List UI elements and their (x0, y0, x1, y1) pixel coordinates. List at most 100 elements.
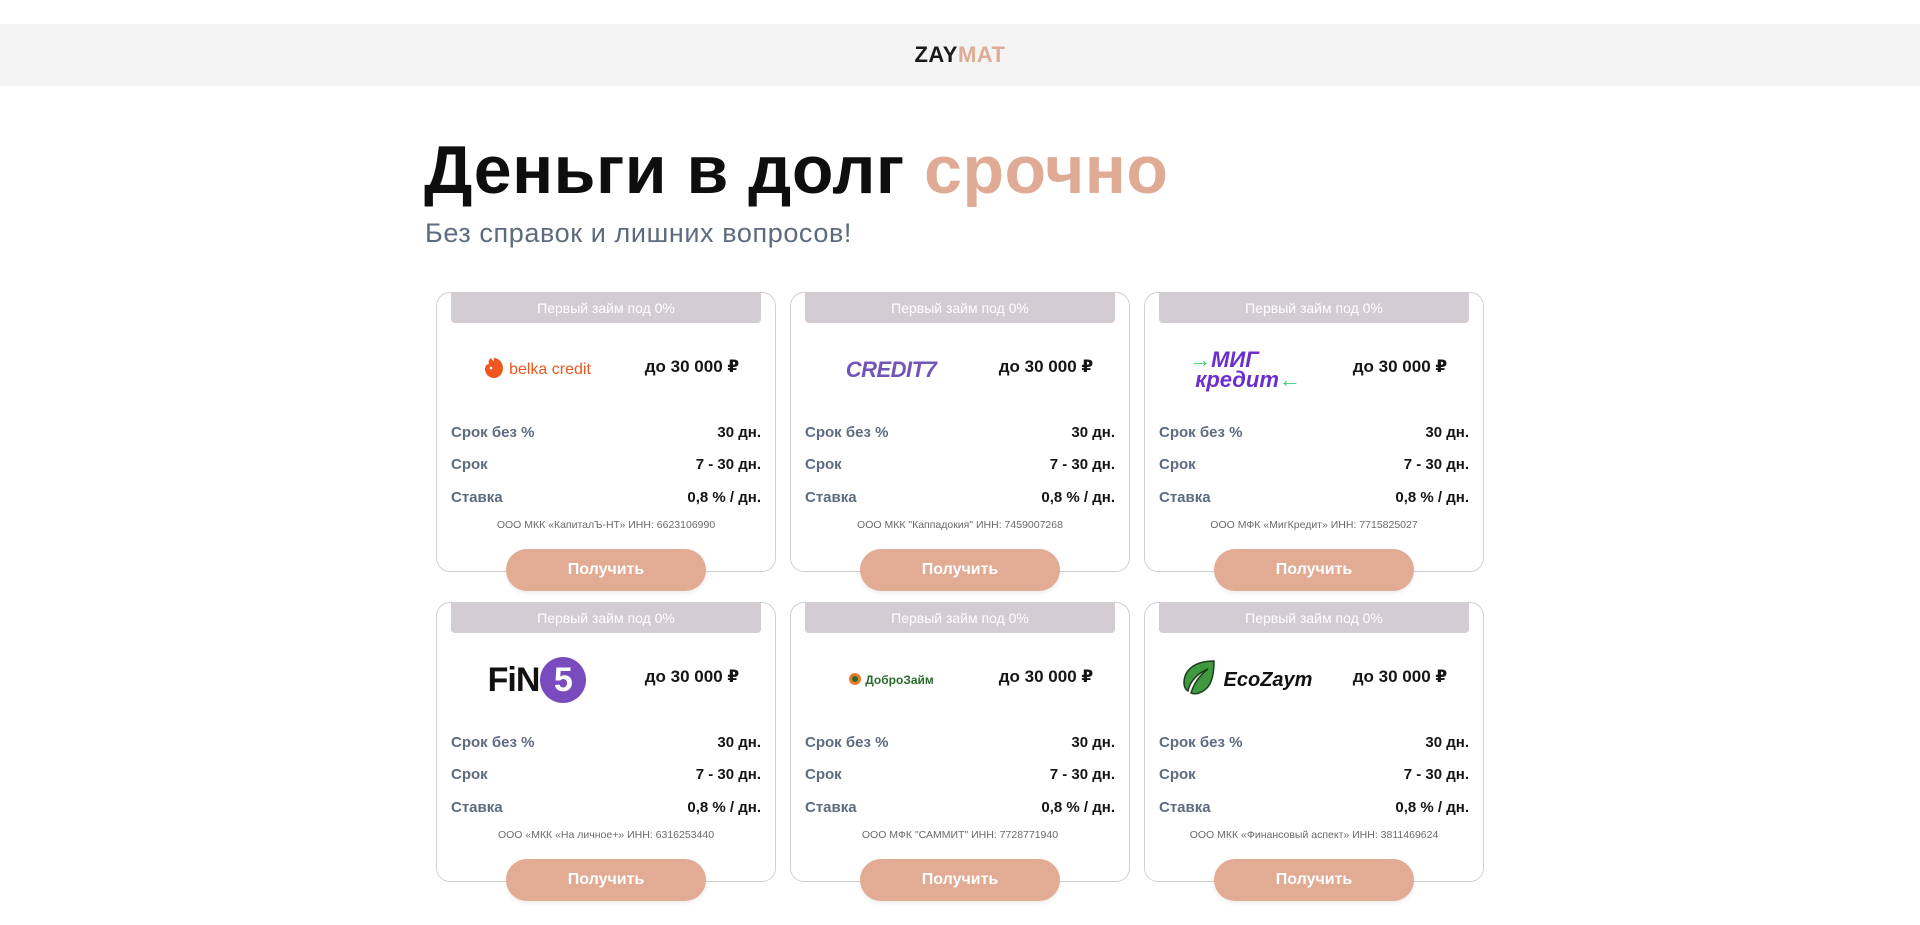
lender-logo-text: ДоброЗайм (865, 673, 934, 687)
rate-label: Ставка (451, 488, 503, 506)
get-loan-button[interactable]: Получить (860, 549, 1060, 591)
legal-info: ООО МКК "Каппадокия" ИНН: 7459007268 (857, 519, 1063, 531)
rate-label: Ставка (805, 798, 857, 816)
free-term-row: Срок без % 30 дн. (451, 731, 761, 753)
term-row: Срок 7 - 30 дн. (805, 453, 1115, 475)
page-title-accent: срочно (924, 132, 1169, 208)
promo-badge: Первый займ под 0% (805, 603, 1115, 633)
term-row: Срок 7 - 30 дн. (451, 763, 761, 785)
free-term-value: 30 дн. (1071, 423, 1115, 441)
rate-value: 0,8 % / дн. (1395, 798, 1469, 816)
offer-card-credit7: Первый займ под 0% CREDIT7 до 30 000 ₽ С… (790, 292, 1130, 591)
rate-row: Ставка 0,8 % / дн. (1159, 486, 1469, 508)
free-term-value: 30 дн. (1071, 733, 1115, 751)
term-label: Срок (1159, 455, 1196, 473)
loan-amount: до 30 000 ₽ (998, 357, 1094, 376)
get-loan-button[interactable]: Получить (506, 859, 706, 901)
rate-value: 0,8 % / дн. (687, 798, 761, 816)
free-term-value: 30 дн. (717, 733, 761, 751)
rate-row: Ставка 0,8 % / дн. (805, 486, 1115, 508)
rate-label: Ставка (1159, 488, 1211, 506)
term-row: Срок 7 - 30 дн. (1159, 453, 1469, 475)
lender-logo-text: belka credit (509, 361, 591, 378)
lender-logo[interactable]: →МИГ кредит← (1165, 345, 1325, 395)
lender-logo-text: CREDIT7 (845, 357, 937, 382)
lender-logo-text: FiN (487, 660, 541, 699)
free-term-row: Срок без % 30 дн. (805, 731, 1115, 753)
term-value: 7 - 30 дн. (1049, 455, 1115, 473)
rate-value: 0,8 % / дн. (1395, 488, 1469, 506)
term-value: 7 - 30 дн. (695, 765, 761, 783)
rate-value: 0,8 % / дн. (687, 488, 761, 506)
free-term-label: Срок без % (1159, 733, 1243, 751)
promo-badge: Первый займ под 0% (1159, 293, 1469, 323)
lender-logo[interactable]: EcoZaym (1165, 655, 1325, 705)
term-label: Срок (805, 765, 842, 783)
site-header: ZAYMAT (0, 24, 1920, 86)
dobro-emblem-icon (848, 672, 862, 689)
offer-card-dobrozaym: Первый займ под 0% ДоброЗайм до 30 000 ₽… (790, 602, 1130, 901)
term-value: 7 - 30 дн. (1049, 765, 1115, 783)
rate-label: Ставка (805, 488, 857, 506)
term-value: 7 - 30 дн. (1403, 455, 1469, 473)
rate-row: Ставка 0,8 % / дн. (451, 796, 761, 818)
arrow-left-icon: ← (1278, 367, 1301, 392)
free-term-row: Срок без % 30 дн. (1159, 421, 1469, 443)
free-term-value: 30 дн. (717, 423, 761, 441)
legal-info: ООО МКК «КапиталЪ-НТ» ИНН: 6623106990 (496, 519, 716, 531)
site-logo-part1: ZAY (914, 42, 958, 67)
rate-row: Ставка 0,8 % / дн. (805, 796, 1115, 818)
site-logo-part2: MAT (957, 42, 1006, 67)
term-row: Срок 7 - 30 дн. (451, 453, 761, 475)
offer-card-belka: Первый займ под 0% belka credit до 30 00… (436, 292, 776, 591)
legal-info: ООО МФК «МигКредит» ИНН: 7715825027 (1210, 519, 1418, 531)
offer-card-fin5: Первый займ под 0% FiN 5 до 30 000 ₽ Сро… (436, 602, 776, 901)
legal-info: ООО «МКК «На личное+» ИНН: 6316253440 (497, 829, 715, 841)
rate-value: 0,8 % / дн. (1041, 488, 1115, 506)
lender-logo[interactable]: CREDIT7 (811, 345, 971, 395)
loan-amount: до 30 000 ₽ (998, 667, 1094, 686)
rate-row: Ставка 0,8 % / дн. (1159, 796, 1469, 818)
loan-amount: до 30 000 ₽ (644, 357, 740, 376)
page-title: Деньги в долг срочно (424, 130, 1168, 210)
site-logo[interactable]: ZAYMAT (914, 42, 1005, 68)
lender-logo[interactable]: ДоброЗайм (811, 655, 971, 705)
promo-badge: Первый займ под 0% (451, 293, 761, 323)
free-term-value: 30 дн. (1425, 733, 1469, 751)
term-value: 7 - 30 дн. (1403, 765, 1469, 783)
offer-card-migcredit: Первый займ под 0% →МИГ кредит← до 30 00… (1144, 292, 1484, 591)
promo-badge: Первый займ под 0% (451, 603, 761, 633)
free-term-label: Срок без % (451, 423, 535, 441)
legal-info: ООО МФК "САММИТ" ИНН: 7728771940 (861, 829, 1059, 841)
squirrel-icon (483, 356, 505, 385)
free-term-row: Срок без % 30 дн. (1159, 731, 1469, 753)
term-label: Срок (1159, 765, 1196, 783)
loan-amount: до 30 000 ₽ (1352, 667, 1448, 686)
offer-card-ecozaym: Первый займ под 0% EcoZaym до 30 000 ₽ С… (1144, 602, 1484, 901)
promo-badge: Первый займ под 0% (805, 293, 1115, 323)
promo-badge: Первый займ под 0% (1159, 603, 1469, 633)
page-title-main: Деньги в долг (424, 132, 905, 208)
term-label: Срок (451, 765, 488, 783)
term-label: Срок (805, 455, 842, 473)
get-loan-button[interactable]: Получить (1214, 549, 1414, 591)
get-loan-button[interactable]: Получить (1214, 859, 1414, 901)
term-row: Срок 7 - 30 дн. (805, 763, 1115, 785)
loan-amount: до 30 000 ₽ (644, 667, 740, 686)
page-subtitle: Без справок и лишних вопросов! (425, 218, 852, 248)
get-loan-button[interactable]: Получить (506, 549, 706, 591)
lender-logo-text: EcoZaym (1223, 668, 1313, 691)
term-row: Срок 7 - 30 дн. (1159, 763, 1469, 785)
rate-row: Ставка 0,8 % / дн. (451, 486, 761, 508)
loan-amount: до 30 000 ₽ (1352, 357, 1448, 376)
lender-logo[interactable]: belka credit (457, 345, 617, 395)
term-label: Срок (451, 455, 488, 473)
offers-grid: Первый займ под 0% belka credit до 30 00… (436, 292, 1484, 901)
rate-label: Ставка (1159, 798, 1211, 816)
leaf-icon (1178, 657, 1218, 703)
free-term-label: Срок без % (451, 733, 535, 751)
free-term-value: 30 дн. (1425, 423, 1469, 441)
lender-logo[interactable]: FiN 5 (457, 655, 617, 705)
free-term-row: Срок без % 30 дн. (805, 421, 1115, 443)
get-loan-button[interactable]: Получить (860, 859, 1060, 901)
